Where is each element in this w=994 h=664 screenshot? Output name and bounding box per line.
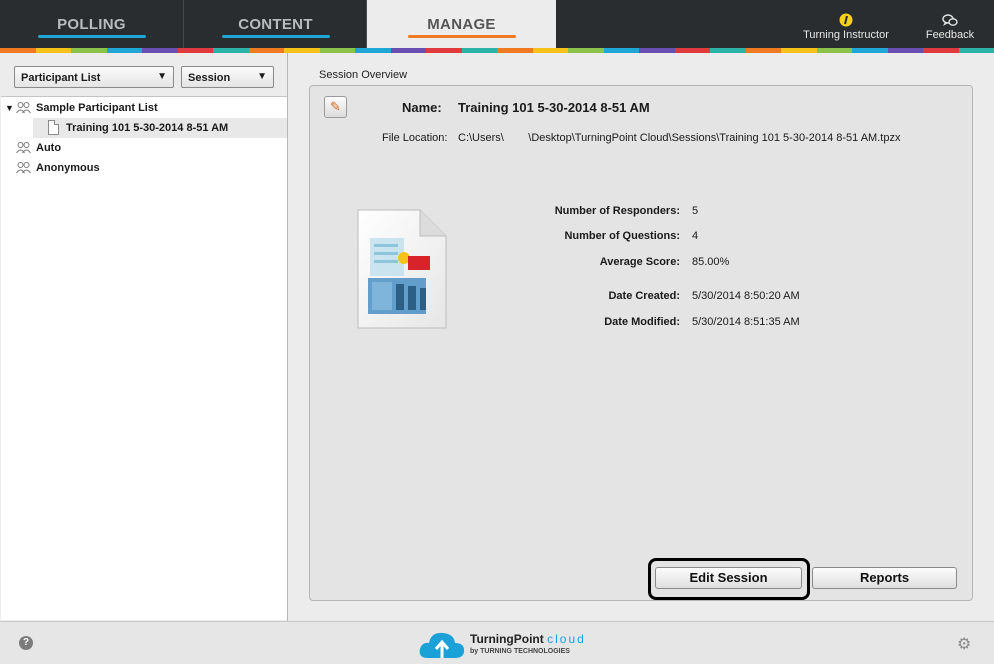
stat-value-responders: 5 [692,205,699,217]
help-icon[interactable]: ? [19,636,33,650]
brand-by-text: by TURNING TECHNOLOGIES [470,648,570,655]
tab-content[interactable]: CONTENT [185,0,367,48]
file-icon [48,120,59,135]
file-location-label: File Location: [382,132,448,144]
tab-manage-underline [407,35,516,38]
turning-instructor-button[interactable]: Turning Instructor [796,13,896,41]
app-window: POLLING CONTENT MANAGE Turning Instructo… [0,0,994,664]
stat-value-average-score: 85.00% [692,256,730,268]
session-overview-card: ✎ Name: Training 101 5-30-2014 8-51 AM F… [309,85,973,601]
session-file-icon [356,208,448,330]
footer: ? TurningPoint cloud by TURNING TECHNOLO… [0,621,994,664]
tab-content-underline [221,35,330,38]
group-icon [16,161,31,174]
group-icon [16,141,31,154]
stat-label-date-modified: Date Modified: [604,316,680,328]
turningpoint-cloud-logo: TurningPoint cloud by TURNING TECHNOLOGI… [418,626,598,662]
brand-name: TurningPoint cloud [470,632,586,646]
group-icon [16,101,31,114]
stat-label-responders: Number of Responders: [554,205,680,217]
edit-session-button[interactable]: Edit Session [655,567,802,589]
stat-value-date-modified: 5/30/2014 8:51:35 AM [692,316,800,328]
tree-item-label: Training 101 5-30-2014 8-51 AM [66,122,229,134]
left-panel: Participant List ▼ Session ▼ ▼ Sample Pa… [0,53,288,621]
tab-polling-label: POLLING [57,16,126,33]
stat-value-date-created: 5/30/2014 8:50:20 AM [692,290,800,302]
gear-icon[interactable]: ⚙ [957,634,971,654]
edit-pencil-icon[interactable]: ✎ [324,96,347,118]
participant-tree: ▼ Sample Participant List Training 101 5… [1,96,287,620]
tab-manage[interactable]: MANAGE [367,0,556,48]
name-label: Name: [402,100,442,115]
expand-caret-icon[interactable]: ▼ [5,98,14,118]
turning-instructor-label: Turning Instructor [803,29,889,41]
tab-manage-label: MANAGE [427,16,496,33]
chevron-down-icon: ▼ [257,71,267,82]
stat-label-date-created: Date Created: [608,290,680,302]
participant-list-dropdown[interactable]: Participant List ▼ [14,66,174,88]
tree-item-sample-participant-list[interactable]: ▼ Sample Participant List [1,98,287,118]
cloud-upload-icon [418,628,466,664]
chevron-down-icon: ▼ [157,71,167,82]
tree-item-label: Sample Participant List [36,102,158,114]
participant-list-dropdown-label: Participant List [21,72,101,84]
turning-instructor-icon [796,13,896,29]
tree-item-label: Auto [36,142,62,154]
top-nav: POLLING CONTENT MANAGE Turning Instructo… [0,0,994,48]
stat-label-questions: Number of Questions: [564,230,680,242]
stat-value-questions: 4 [692,230,699,242]
session-dropdown-label: Session [188,72,231,84]
session-dropdown[interactable]: Session ▼ [181,66,274,88]
tree-item-label: Anonymous [36,162,100,174]
stat-label-average-score: Average Score: [599,256,680,268]
name-value: Training 101 5-30-2014 8-51 AM [458,100,650,115]
tree-item-anonymous[interactable]: Anonymous [1,158,287,178]
tab-content-label: CONTENT [238,16,313,33]
feedback-icon [920,13,980,29]
feedback-label: Feedback [925,29,975,41]
tree-item-auto[interactable]: Auto [1,138,287,158]
tab-polling[interactable]: POLLING [0,0,184,48]
brand-cloud-text: cloud [547,632,586,646]
tree-item-session-file[interactable]: Training 101 5-30-2014 8-51 AM [33,118,287,138]
feedback-button[interactable]: Feedback [920,13,980,41]
session-overview-heading: Session Overview [319,69,408,81]
file-location-value: C:\Users\ \Desktop\TurningPoint Cloud\Se… [458,132,901,144]
brand-name-text: TurningPoint [470,632,544,646]
tab-polling-underline [37,35,146,38]
reports-button[interactable]: Reports [812,567,957,589]
